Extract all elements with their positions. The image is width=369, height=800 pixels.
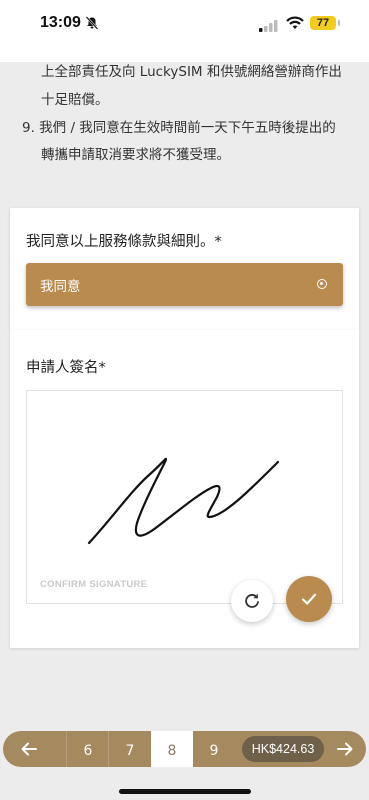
status-bar: 13:09 77 [0,0,369,62]
signature-stroke [87,457,280,545]
signature-pad[interactable]: CONFIRM SIGNATURE [26,390,343,604]
signature-hint: CONFIRM SIGNATURE [40,579,148,590]
price-badge: HK$424.63 [242,736,324,762]
signature-label: 申請人簽名* [26,360,106,376]
status-time: 13:09 [40,14,81,31]
terms-line: 十足賠償。 [41,92,109,108]
wifi-icon [286,15,304,34]
page-6-button[interactable]: 6 [66,731,109,767]
terms-line: 上全部責任及向 LuckySIM 和供號網絡營辦商作出 [41,64,342,80]
agree-option-label: 我同意 [40,279,81,295]
agreement-label: 我同意以上服務條款與細則。* [26,234,222,250]
next-page-button[interactable] [324,731,366,767]
refresh-icon [245,593,259,608]
battery-tip [338,20,340,26]
page-8-button[interactable]: 8 [151,731,193,767]
terms-line: 9. 我們 / 我同意在生效時間前一天下午五時後提出的 [22,120,336,136]
reset-signature-button[interactable] [231,580,273,622]
pagination-bar: 6 7 8 9 HK$424.63 [3,731,366,767]
home-indicator [119,789,251,794]
prev-page-button[interactable] [3,731,55,767]
agreement-card: 我同意以上服務條款與細則。* 我同意 [10,208,359,330]
battery-icon: 77 [310,16,336,30]
signature-card: 申請人簽名* CONFIRM SIGNATURE [10,330,359,648]
agree-option-button[interactable]: 我同意 [26,263,343,306]
bell-slash-icon [85,15,99,34]
page-7-button[interactable]: 7 [108,731,151,767]
page-9-button[interactable]: 9 [193,731,235,767]
confirm-signature-button[interactable] [286,576,332,622]
radio-selected-icon [317,279,327,289]
arrow-right-icon [337,742,353,756]
signal-icon [259,17,279,36]
terms-line: 轉攜申請取消要求將不獲受理。 [41,147,230,163]
check-icon [301,593,317,605]
arrow-left-icon [21,742,37,756]
